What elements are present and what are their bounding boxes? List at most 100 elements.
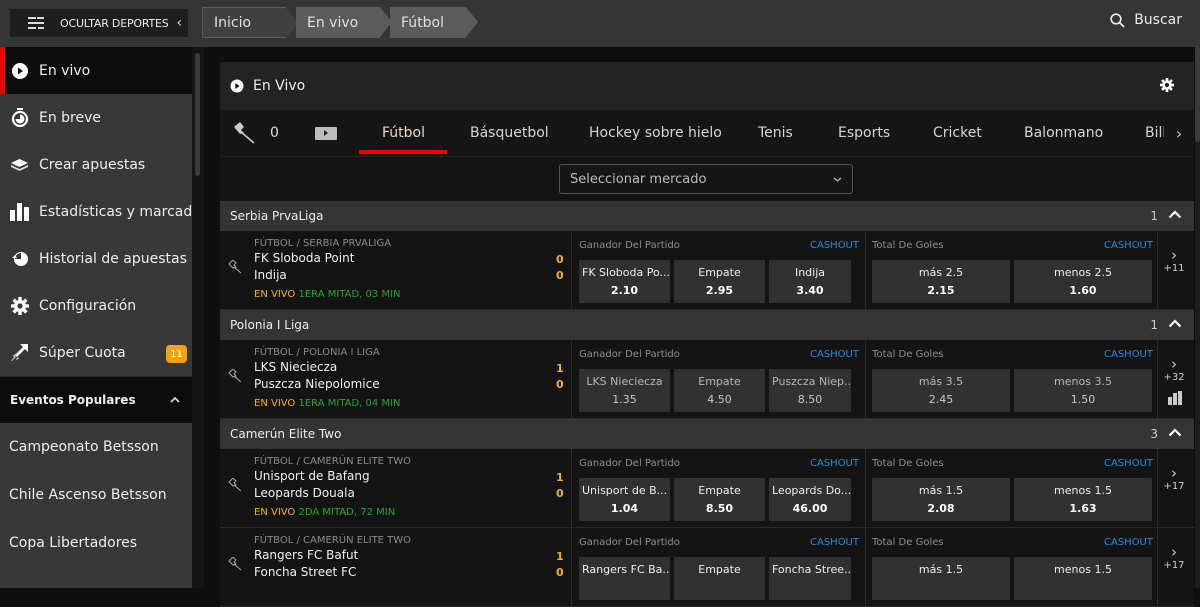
away-score: 0 [556, 269, 564, 282]
odds-button[interactable]: menos 3.5 1.50 [1014, 369, 1152, 412]
odds-button[interactable]: Foncha Stree... [769, 557, 851, 600]
tab-basquetbol[interactable]: Básquetbol [470, 125, 549, 141]
chevron-right-icon: › [1175, 123, 1183, 143]
odds-button[interactable]: menos 1.5 [1014, 557, 1152, 600]
market-title: Total De Goles [872, 458, 944, 469]
breadcrumb-futbol[interactable]: Fútbol [390, 7, 478, 38]
live-label: EN VIVO [254, 507, 296, 518]
odds-button[interactable]: Leopards Do... 46.00 [769, 478, 851, 521]
cashout-link[interactable]: CASHOUT [1104, 349, 1153, 360]
popular-event-item[interactable]: Chile Ascenso Betsson [0, 471, 192, 519]
league-header[interactable]: Camerún Elite Two 3 [220, 419, 1194, 449]
tab-futbol[interactable]: Fútbol [382, 125, 425, 141]
league-list: Serbia PrvaLiga 1 FÚTBOL / SERBIA PRVALI… [220, 201, 1194, 607]
cashout-link[interactable]: CASHOUT [1104, 537, 1153, 548]
selection-name: más 2.5 [918, 266, 964, 279]
odds-button[interactable]: Rangers FC Ba... [579, 557, 670, 600]
odds-button[interactable]: Empate 2.95 [674, 260, 765, 303]
cashout-link[interactable]: CASHOUT [810, 349, 859, 360]
home-score: 1 [556, 362, 564, 375]
pin-icon[interactable] [228, 368, 242, 387]
tab-hockey[interactable]: Hockey sobre hielo [589, 125, 722, 141]
league-name: Serbia PrvaLiga [230, 209, 324, 223]
selection-price: 1.04 [610, 502, 639, 515]
selection-price: 2.95 [705, 284, 734, 297]
breadcrumb-en-vivo[interactable]: En vivo [296, 7, 392, 38]
away-team[interactable]: Puszcza Niepolomice [254, 377, 380, 391]
cashout-link[interactable]: CASHOUT [1104, 240, 1153, 251]
hide-sports-button[interactable]: OCULTAR DEPORTES ‹ [10, 9, 188, 37]
odds-button[interactable]: más 1.5 [872, 557, 1010, 600]
sidebar-item-en-vivo[interactable]: En vivo [0, 47, 192, 94]
odds-button[interactable]: FK Sloboda Po... 2.10 [579, 260, 670, 303]
divider [571, 528, 572, 606]
pinned-filter[interactable]: 0 [232, 122, 279, 144]
odds-button[interactable]: menos 1.5 1.63 [1014, 478, 1152, 521]
chevron-right-icon: › [1171, 464, 1177, 482]
live-label: EN VIVO [254, 398, 296, 409]
odds-button[interactable]: menos 2.5 1.60 [1014, 260, 1152, 303]
video-filter-button[interactable] [314, 126, 337, 140]
panel-title: En Vivo [253, 78, 306, 94]
home-team[interactable]: Unisport de Bafang [254, 469, 370, 483]
play-circle-icon [10, 61, 29, 80]
away-team[interactable]: Foncha Street FC [254, 565, 356, 579]
stats-icon[interactable] [1168, 391, 1182, 405]
more-markets-button[interactable]: › +17 [1160, 465, 1188, 492]
cashout-link[interactable]: CASHOUT [1104, 458, 1153, 469]
gear-icon[interactable] [1160, 78, 1174, 92]
sidebar-scrollbar[interactable] [195, 53, 200, 176]
odds-button[interactable]: LKS Nieciecza 1.35 [579, 369, 670, 412]
home-team[interactable]: LKS Nieciecza [254, 360, 337, 374]
tab-esports[interactable]: Esports [838, 125, 890, 141]
sidebar-item-estadisticas[interactable]: Estadísticas y marcador [0, 188, 192, 235]
sidebar-item-historial[interactable]: Historial de apuestas [0, 235, 192, 282]
pin-icon[interactable] [228, 259, 242, 278]
page-scrollbar[interactable] [1195, 47, 1200, 588]
breadcrumb-inicio[interactable]: Inicio [202, 7, 298, 38]
odds-button[interactable]: más 3.5 2.45 [872, 369, 1010, 412]
tab-tenis[interactable]: Tenis [758, 125, 793, 141]
odds-button[interactable]: más 1.5 2.08 [872, 478, 1010, 521]
odds-button[interactable]: más 2.5 2.15 [872, 260, 1010, 303]
more-markets-button[interactable]: › +17 [1160, 544, 1188, 571]
tabs-next-button[interactable]: › [1164, 110, 1194, 156]
sidebar-item-configuracion[interactable]: Configuración [0, 282, 192, 329]
home-team[interactable]: Rangers FC Bafut [254, 548, 358, 562]
market-select[interactable]: Seleccionar mercado [559, 164, 853, 194]
selection-price: 2.08 [927, 502, 955, 515]
sidebar-item-en-breve[interactable]: En breve [0, 94, 192, 141]
popular-event-item[interactable]: Campeonato Betsson [0, 423, 192, 471]
divider [1157, 528, 1158, 606]
league-header[interactable]: Serbia PrvaLiga 1 [220, 201, 1194, 231]
sidebar-item-crear-apuestas[interactable]: Crear apuestas [0, 141, 192, 188]
pin-icon[interactable] [228, 477, 242, 496]
selection-price: 1.35 [612, 393, 637, 406]
popular-events-header[interactable]: Eventos Populares [0, 376, 192, 423]
odds-button[interactable]: Unisport de B... 1.04 [579, 478, 670, 521]
away-team[interactable]: Indija [254, 268, 287, 282]
odds-button[interactable]: Empate 4.50 [674, 369, 765, 412]
divider [1157, 449, 1158, 527]
selection-price: 1.50 [1070, 393, 1096, 406]
odds-button[interactable]: Empate 8.50 [674, 478, 765, 521]
cashout-link[interactable]: CASHOUT [810, 537, 859, 548]
cashout-link[interactable]: CASHOUT [810, 240, 859, 251]
selection-price: 2.45 [928, 393, 954, 406]
league-header[interactable]: Polonia I Liga 1 [220, 310, 1194, 340]
odds-button[interactable]: Empate [674, 557, 765, 600]
odds-button[interactable]: Puszcza Niep... 8.50 [769, 369, 851, 412]
more-markets-button[interactable]: › +11 [1160, 247, 1188, 274]
popular-event-item[interactable]: Copa Libertadores [0, 519, 192, 567]
away-team[interactable]: Leopards Douala [254, 486, 355, 500]
cashout-link[interactable]: CASHOUT [810, 458, 859, 469]
sidebar-item-label: Historial de apuestas [39, 250, 187, 267]
tab-cricket[interactable]: Cricket [933, 125, 982, 141]
home-team[interactable]: FK Sloboda Point [254, 251, 354, 265]
pin-icon[interactable] [228, 556, 242, 575]
tab-balonmano[interactable]: Balonmano [1024, 125, 1103, 141]
search-button[interactable]: Buscar [1110, 12, 1182, 28]
odds-button[interactable]: Indija 3.40 [769, 260, 851, 303]
more-markets-button[interactable]: › +32 [1160, 356, 1188, 383]
sidebar-item-super-cuota[interactable]: Súper Cuota 11 [0, 329, 192, 376]
